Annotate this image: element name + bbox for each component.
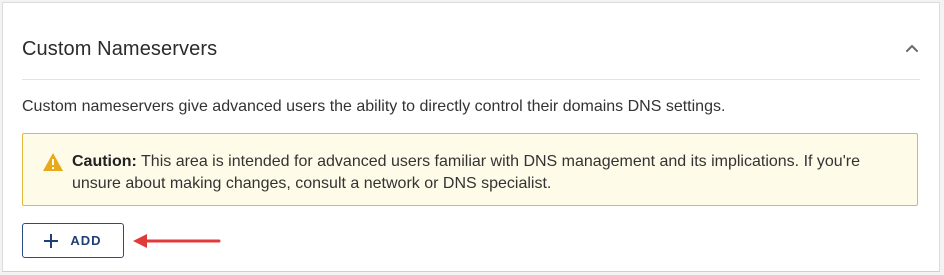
warning-triangle-icon <box>43 153 63 171</box>
add-nameserver-button[interactable]: ADD <box>22 223 124 258</box>
section-description: Custom nameservers give advanced users t… <box>22 98 726 115</box>
red-arrow-annotation-icon <box>133 234 221 248</box>
caution-message: This area is intended for advanced users… <box>72 153 860 192</box>
custom-nameservers-card: Custom Nameservers Custom nameservers gi… <box>2 2 940 272</box>
add-button-label: ADD <box>70 233 102 248</box>
caution-text: Caution: This area is intended for advan… <box>72 151 903 195</box>
header-divider <box>22 79 920 80</box>
plus-icon <box>44 233 59 248</box>
chevron-up-icon <box>906 45 918 52</box>
collapse-toggle-button[interactable] <box>901 37 923 59</box>
caution-label: Caution: <box>72 153 137 170</box>
caution-alert: Caution: This area is intended for advan… <box>22 133 918 206</box>
page: Custom Nameservers Custom nameservers gi… <box>0 0 944 275</box>
section-title: Custom Nameservers <box>22 38 218 60</box>
